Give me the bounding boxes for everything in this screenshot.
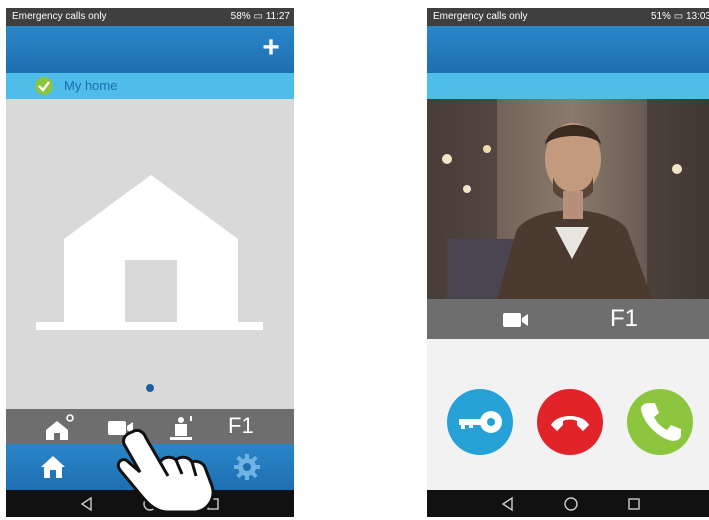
sub-bar — [427, 73, 709, 99]
phone-video-call-screen: Emergency calls only 51% ▭ 13:03 F1 — [427, 8, 709, 517]
battery-percent: 58% — [230, 11, 251, 22]
answer-icon[interactable] — [627, 389, 693, 455]
call-action-area — [427, 339, 709, 490]
battery-percent: 51% — [650, 11, 671, 22]
home-settings-icon[interactable] — [42, 412, 76, 442]
key-icon[interactable] — [447, 389, 513, 455]
app-bar — [427, 26, 709, 73]
battery-icon: ▭ — [253, 11, 263, 22]
home-circle-icon[interactable] — [562, 495, 580, 513]
system-navigation-bar — [427, 490, 709, 517]
back-icon[interactable] — [78, 495, 96, 513]
video-control-bar: F1 — [427, 299, 709, 339]
battery-icon: ▭ — [673, 11, 684, 22]
home-icon[interactable] — [38, 452, 68, 482]
carrier-text: Emergency calls only — [12, 11, 107, 22]
plus-icon[interactable]: + — [256, 30, 286, 66]
home-selector[interactable]: My home — [6, 73, 294, 99]
clock: 13:03 — [685, 11, 709, 22]
visitor-video-image — [427, 99, 709, 299]
home-canvas — [6, 99, 294, 409]
hand-pointer-icon — [116, 428, 215, 514]
app-bar: + — [6, 26, 294, 73]
phone-home-screen: Emergency calls only 58% ▭ 11:27 + My ho… — [6, 8, 294, 517]
status-bar: Emergency calls only 58% ▭ 11:27 — [6, 8, 294, 26]
status-indicators: 51% ▭ 13:03 — [651, 8, 709, 26]
video-camera-icon[interactable] — [499, 304, 533, 334]
page-indicator-dot — [146, 384, 154, 392]
back-icon[interactable] — [499, 495, 517, 513]
check-icon — [35, 77, 53, 95]
video-feed — [427, 99, 709, 299]
home-name-label: My home — [64, 78, 118, 93]
status-bar: Emergency calls only 51% ▭ 13:03 — [427, 8, 709, 26]
f1-label[interactable]: F1 — [610, 304, 638, 334]
f1-label[interactable]: F1 — [228, 411, 254, 441]
house-illustration — [36, 175, 263, 330]
hang-up-icon[interactable] — [537, 389, 603, 455]
carrier-text: Emergency calls only — [433, 11, 528, 22]
gear-icon[interactable] — [232, 452, 262, 482]
status-indicators: 58% ▭ 11:27 — [231, 8, 290, 26]
recent-apps-icon[interactable] — [625, 495, 643, 513]
clock: 11:27 — [265, 11, 290, 22]
